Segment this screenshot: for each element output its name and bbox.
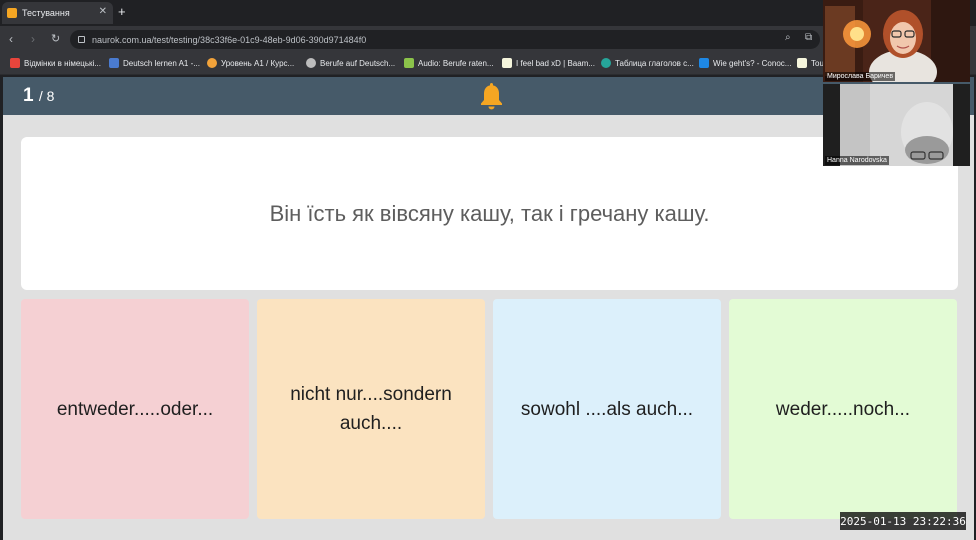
close-tab-icon[interactable]: ✕ — [99, 7, 107, 17]
tab-favicon-icon — [7, 8, 17, 18]
bookmark-item[interactable]: Відмінки в німецькі... — [10, 58, 101, 68]
participant-video-frame — [823, 0, 970, 82]
recording-timestamp: 2025-01-13 23:22:36 — [840, 512, 966, 530]
answer-label: entweder.....oder... — [56, 398, 214, 420]
bookmark-favicon-icon — [601, 58, 611, 68]
answer-option-4[interactable]: weder.....noch... — [729, 299, 957, 519]
tab-title: Тестування — [22, 8, 70, 18]
install-app-icon[interactable]: ⧉ — [805, 33, 812, 43]
answer-label: weder.....noch... — [775, 398, 911, 420]
bookmark-item[interactable]: Таблица глаголов с... — [601, 58, 694, 68]
browser-tab[interactable]: Тестування ✕ — [2, 2, 113, 24]
back-icon[interactable]: ‹ — [9, 32, 13, 46]
question-counter: 1 / 8 — [23, 85, 54, 107]
bookmark-item[interactable]: Deutsch lernen A1 -... — [109, 58, 200, 68]
bookmark-favicon-icon — [207, 58, 217, 68]
question-text: Він їсть як вівсяну кашу, так і гречану … — [269, 200, 710, 226]
bell-icon[interactable] — [479, 82, 504, 110]
answer-option-2[interactable]: nicht nur....sondern auch.... — [257, 299, 485, 519]
current-question-number: 1 — [23, 85, 34, 106]
answer-option-3[interactable]: sowohl ....als auch... — [493, 299, 721, 519]
bookmark-item[interactable]: Wie geht's? - Conoc... — [699, 58, 791, 68]
answer-option-1[interactable]: entweder.....oder... — [21, 299, 249, 519]
bookmark-favicon-icon — [797, 58, 807, 68]
forward-icon[interactable]: › — [31, 32, 35, 46]
answer-label: sowohl ....als auch... — [520, 398, 694, 420]
zoom-icon[interactable]: ⌕ — [785, 33, 791, 43]
total-questions: / 8 — [38, 88, 55, 104]
participant-video-frame — [823, 84, 970, 166]
bookmark-item[interactable]: Уровень А1 / Курс... — [207, 58, 294, 68]
participant-video-2[interactable]: Hanna Narodovska — [823, 84, 970, 166]
wordpress-icon — [306, 58, 316, 68]
question-card: Він їсть як вівсяну кашу, так і гречану … — [21, 137, 958, 290]
bookmark-favicon-icon — [502, 58, 512, 68]
bookmark-item[interactable]: I feel bad xD | Baam... — [502, 58, 595, 68]
site-info-icon[interactable] — [78, 36, 85, 43]
bookmark-favicon-icon — [10, 58, 20, 68]
new-tab-icon[interactable]: + — [118, 5, 126, 18]
address-bar[interactable]: naurok.com.ua/test/testing/38c33f6e-01c9… — [70, 30, 820, 49]
participant-name: Мирослава Баричев — [825, 72, 896, 81]
answer-label: nicht nur....sondern auch.... — [290, 384, 452, 434]
bookmark-item[interactable]: Audio: Berufe raten... — [404, 58, 494, 68]
bookmark-favicon-icon — [109, 58, 119, 68]
bookmark-favicon-icon — [404, 58, 414, 68]
bookmark-item[interactable]: Berufe auf Deutsch... — [306, 58, 395, 68]
participant-name: Hanna Narodovska — [825, 156, 889, 165]
quiz-body: Він їсть як вівсяну кашу, так і гречану … — [3, 115, 974, 540]
participant-video-1[interactable]: Мирослава Баричев — [823, 0, 970, 82]
url-text: naurok.com.ua/test/testing/38c33f6e-01c9… — [92, 34, 367, 45]
reload-icon[interactable]: ↻ — [51, 32, 60, 46]
bookmark-favicon-icon — [699, 58, 709, 68]
bookmark-item[interactable]: Tou — [797, 58, 824, 68]
